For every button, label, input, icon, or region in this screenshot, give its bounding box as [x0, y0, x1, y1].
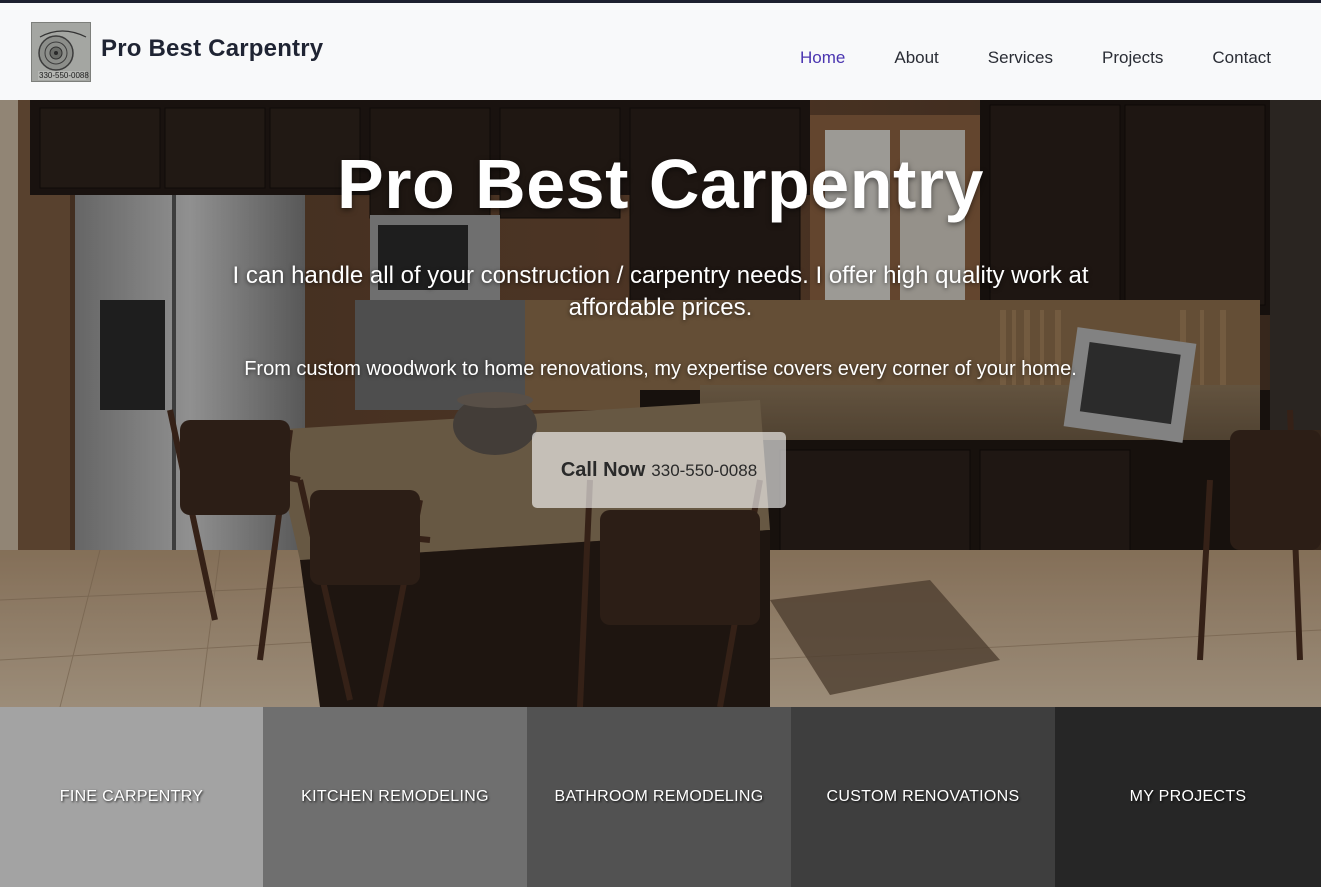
main-nav: Home About Services Projects Contact	[800, 3, 1321, 100]
brand-name: Pro Best Carpentry	[101, 34, 324, 62]
call-now-label: Call Now	[560, 458, 646, 481]
tile-custom-renovations[interactable]: CUSTOM RENOVATIONS	[791, 707, 1055, 887]
company-logo: 330-550-0088	[31, 21, 91, 82]
hero-tagline: From custom woodwork to home renovations…	[244, 358, 1077, 380]
nav-home[interactable]: Home	[800, 48, 845, 68]
tile-fine-carpentry[interactable]: FINE CARPENTRY	[0, 707, 263, 887]
nav-about[interactable]: About	[894, 48, 938, 68]
hero-section: Pro Best Carpentry I can handle all of y…	[0, 100, 1321, 707]
logo-phone: 330-550-0088	[39, 70, 89, 80]
brand-link[interactable]: 330-550-0088 Pro Best Carpentry	[31, 21, 324, 82]
call-now-phone: 330-550-0088	[651, 461, 758, 480]
nav-projects[interactable]: Projects	[1102, 48, 1163, 68]
nav-services[interactable]: Services	[988, 48, 1053, 68]
tile-kitchen-remodeling[interactable]: KITCHEN REMODELING	[263, 707, 527, 887]
hero-title: Pro Best Carpentry	[337, 145, 984, 223]
service-tiles: FINE CARPENTRY KITCHEN REMODELING BATHRO…	[0, 707, 1321, 887]
tile-my-projects[interactable]: MY PROJECTS	[1055, 707, 1321, 887]
nav-contact[interactable]: Contact	[1212, 48, 1271, 68]
hero-subtitle: I can handle all of your construction / …	[232, 262, 1089, 321]
call-now-button[interactable]: Call Now 330-550-0088	[532, 432, 786, 508]
site-header: 330-550-0088 Pro Best Carpentry Home Abo…	[0, 3, 1321, 100]
tile-bathroom-remodeling[interactable]: BATHROOM REMODELING	[527, 707, 791, 887]
